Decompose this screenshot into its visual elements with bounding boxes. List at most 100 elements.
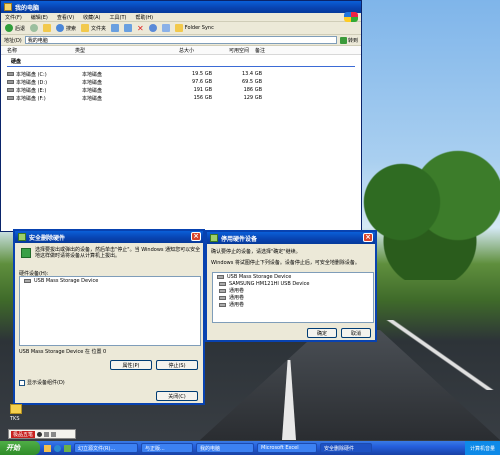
drive-name: 本地磁盘 (D:) xyxy=(16,79,48,86)
menu-edit[interactable]: 编辑(E) xyxy=(31,14,48,21)
device-name: 通用卷 xyxy=(229,302,245,308)
forward-button[interactable] xyxy=(30,24,39,32)
properties-button[interactable]: 属性(P) xyxy=(110,360,152,370)
system-tray[interactable]: 计算机音量 xyxy=(464,441,500,455)
address-bar: 地址(D) 我的电脑 转到 xyxy=(1,35,361,46)
close-button[interactable]: 关闭(C) xyxy=(156,391,198,401)
col-free[interactable]: 可用空间 xyxy=(225,47,251,54)
safe-remove-title: 安全删除硬件 xyxy=(29,234,66,242)
drive-row[interactable]: 本地磁盘 (D:) 本地磁盘 97.6 GB 69.5 GB xyxy=(1,78,361,86)
drive-row[interactable]: 本地磁盘 (C:) 本地磁盘 19.5 GB 13.4 GB xyxy=(1,70,361,78)
usb-drive-icon xyxy=(217,274,224,279)
safe-remove-dialog: 安全删除硬件 × 选择要拔出或弹出的设备，然后单击"停止"。当 Windows … xyxy=(13,229,205,405)
move-to-button[interactable] xyxy=(111,24,120,32)
task-item[interactable]: 与正版... xyxy=(141,443,193,453)
address-value: 我的电脑 xyxy=(27,37,48,44)
task-item[interactable]: 我的电脑 xyxy=(196,443,254,453)
wallpaper-trees xyxy=(360,150,500,280)
explorer-titlebar[interactable]: 我的电脑 xyxy=(1,1,361,13)
menu-view[interactable]: 查看(V) xyxy=(57,14,74,21)
stop-instruction: 确认要停止的设备，请选择"确定"继续。 xyxy=(211,249,301,255)
ok-button[interactable]: 确定 xyxy=(307,328,337,338)
search-icon xyxy=(56,24,65,32)
quicklaunch-app-icon[interactable] xyxy=(64,444,71,452)
up-button[interactable] xyxy=(43,24,52,32)
desktop-icon-label: TKS xyxy=(10,416,20,422)
quicklaunch-folder-icon[interactable] xyxy=(44,444,51,452)
col-notes[interactable]: 备注 xyxy=(251,47,291,54)
drive-type: 本地磁盘 xyxy=(82,71,103,78)
search-button[interactable]: 搜索 xyxy=(56,24,76,32)
back-button[interactable]: 后退 xyxy=(5,24,25,32)
list-item[interactable]: USB Mass Storage Device xyxy=(20,277,200,284)
folder-sync-button[interactable]: Folder Sync xyxy=(174,24,214,32)
desktop-folder-icon[interactable] xyxy=(10,404,22,414)
show-components-row: 显示设备组件(D) xyxy=(19,379,65,386)
stop-device-dialog: 停用硬件设备 × 确认要停止的设备，请选择"确定"继续。 Windows 将试图… xyxy=(205,230,377,342)
move-icon xyxy=(111,24,120,32)
address-input[interactable]: 我的电脑 xyxy=(24,36,337,44)
copy-to-button[interactable] xyxy=(124,24,133,32)
undo-icon xyxy=(148,24,157,32)
close-icon[interactable]: × xyxy=(191,232,201,241)
device-name: USB Mass Storage Device xyxy=(227,273,292,280)
drive-free: 186 GB xyxy=(243,87,262,93)
device-listbox[interactable]: USB Mass Storage Device xyxy=(19,276,201,346)
quicklaunch-ie-icon[interactable] xyxy=(54,444,61,452)
show-components-checkbox[interactable] xyxy=(19,379,25,386)
drive-row[interactable]: 本地磁盘 (E:) 本地磁盘 191 GB 186 GB xyxy=(1,86,361,94)
menu-tools[interactable]: 工具(T) xyxy=(110,14,127,21)
go-button[interactable]: 转到 xyxy=(339,36,358,44)
col-type[interactable]: 类型 xyxy=(75,47,179,54)
delete-button[interactable]: ✕ xyxy=(137,24,144,33)
folder-up-icon xyxy=(43,24,52,32)
menu-favorites[interactable]: 收藏(A) xyxy=(83,14,100,21)
drive-icon xyxy=(7,80,14,84)
back-label: 后退 xyxy=(15,25,26,32)
drive-name: 本地磁盘 (F:) xyxy=(16,95,46,102)
undo-button[interactable] xyxy=(148,24,157,32)
explorer-title: 我的电脑 xyxy=(15,4,40,12)
ime-toolbar[interactable]: 极品五笔 xyxy=(8,429,76,439)
cancel-button[interactable]: 取消 xyxy=(341,328,371,338)
list-item[interactable]: USB Mass Storage Device xyxy=(213,273,373,280)
hardware-icon xyxy=(18,233,26,241)
stop-device-titlebar[interactable]: 停用硬件设备 × xyxy=(207,232,375,244)
ime-punct-icon xyxy=(44,431,50,437)
views-button[interactable] xyxy=(161,24,170,32)
device-name: SAMSUNG HM121HI USB Device xyxy=(229,280,310,287)
ime-keyboard-icon xyxy=(51,431,57,437)
list-item[interactable]: 通用卷 xyxy=(213,294,373,301)
ime-name: 极品五笔 xyxy=(11,430,36,438)
col-total[interactable]: 总大小 xyxy=(179,47,225,54)
device-status-text: USB Mass Storage Device 在 位置 0 xyxy=(19,349,107,355)
stop-device-listbox[interactable]: USB Mass Storage Device SAMSUNG HM121HI … xyxy=(212,272,374,323)
menu-help[interactable]: 帮助(H) xyxy=(135,14,153,21)
drive-name: 本地磁盘 (C:) xyxy=(16,71,47,78)
drive-icon xyxy=(7,88,14,92)
task-item[interactable]: Microsoft Excel xyxy=(257,443,317,453)
task-item[interactable]: 幻立源文件(R)... xyxy=(74,443,138,453)
column-headers: 名称 类型 总大小 可用空间 备注 xyxy=(1,46,361,55)
stop-device-title: 停用硬件设备 xyxy=(221,235,258,243)
stop-button[interactable]: 停止(S) xyxy=(156,360,198,370)
remove-hardware-icon xyxy=(21,248,31,258)
device-name: 通用卷 xyxy=(229,295,245,301)
drive-free: 129 GB xyxy=(243,95,262,101)
safe-remove-titlebar[interactable]: 安全删除硬件 × xyxy=(15,231,203,243)
menu-file[interactable]: 文件(F) xyxy=(5,14,22,21)
folders-button[interactable]: 文件夹 xyxy=(81,24,106,32)
list-item[interactable]: 通用卷 xyxy=(213,301,373,308)
col-name[interactable]: 名称 xyxy=(1,47,75,54)
device-name: USB Mass Storage Device xyxy=(34,277,99,284)
my-computer-icon xyxy=(4,3,12,11)
start-button[interactable]: 开始 xyxy=(0,441,40,455)
drive-row[interactable]: 本地磁盘 (F:) 本地磁盘 156 GB 129 GB xyxy=(1,94,361,102)
drive-icon xyxy=(7,96,14,100)
group-header: 硬盘 xyxy=(11,59,22,65)
list-item[interactable]: SAMSUNG HM121HI USB Device xyxy=(213,280,373,287)
volume-icon xyxy=(219,295,226,300)
list-item[interactable]: 通用卷 xyxy=(213,287,373,294)
close-icon[interactable]: × xyxy=(363,233,373,242)
task-item-active[interactable]: 安全删除硬件 xyxy=(320,443,372,453)
